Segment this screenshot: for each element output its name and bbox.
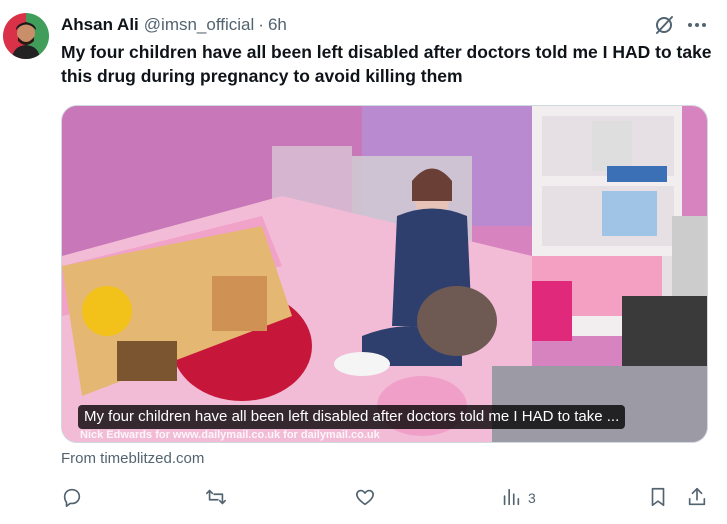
bookmark-button[interactable] <box>647 484 669 512</box>
reply-icon <box>61 486 83 511</box>
author-handle[interactable]: @imsn_official <box>144 15 254 35</box>
timestamp[interactable]: 6h <box>268 15 287 35</box>
more-icon[interactable] <box>684 14 710 36</box>
views-button[interactable]: 3 <box>500 484 536 512</box>
share-button[interactable] <box>686 484 708 512</box>
link-card[interactable]: My four children have all been left disa… <box>61 105 708 443</box>
card-source[interactable]: From timeblitzed.com <box>61 450 204 467</box>
avatar[interactable] <box>3 13 49 59</box>
card-caption: My four children have all been left disa… <box>78 405 626 429</box>
card-photo <box>62 106 707 442</box>
reply-button[interactable] <box>61 484 83 512</box>
share-icon <box>686 486 708 511</box>
like-icon <box>354 486 376 511</box>
views-icon <box>500 486 522 511</box>
like-button[interactable] <box>354 484 376 512</box>
action-bar: 3 <box>0 484 727 512</box>
tweet-text: My four children have all been left disa… <box>61 42 712 86</box>
separator-dot: · <box>258 15 264 34</box>
retweet-button[interactable] <box>205 484 227 512</box>
avatar-image <box>3 13 49 59</box>
views-count: 3 <box>528 490 536 506</box>
author-name[interactable]: Ahsan Ali <box>61 15 139 35</box>
retweet-icon <box>205 486 227 511</box>
tweet-header: Ahsan Ali @imsn_official · 6h <box>61 14 287 36</box>
bookmark-icon <box>647 486 669 511</box>
photo-credit: Nick Edwards for www.dailymail.co.uk for… <box>80 429 380 441</box>
grok-icon[interactable] <box>653 14 675 36</box>
